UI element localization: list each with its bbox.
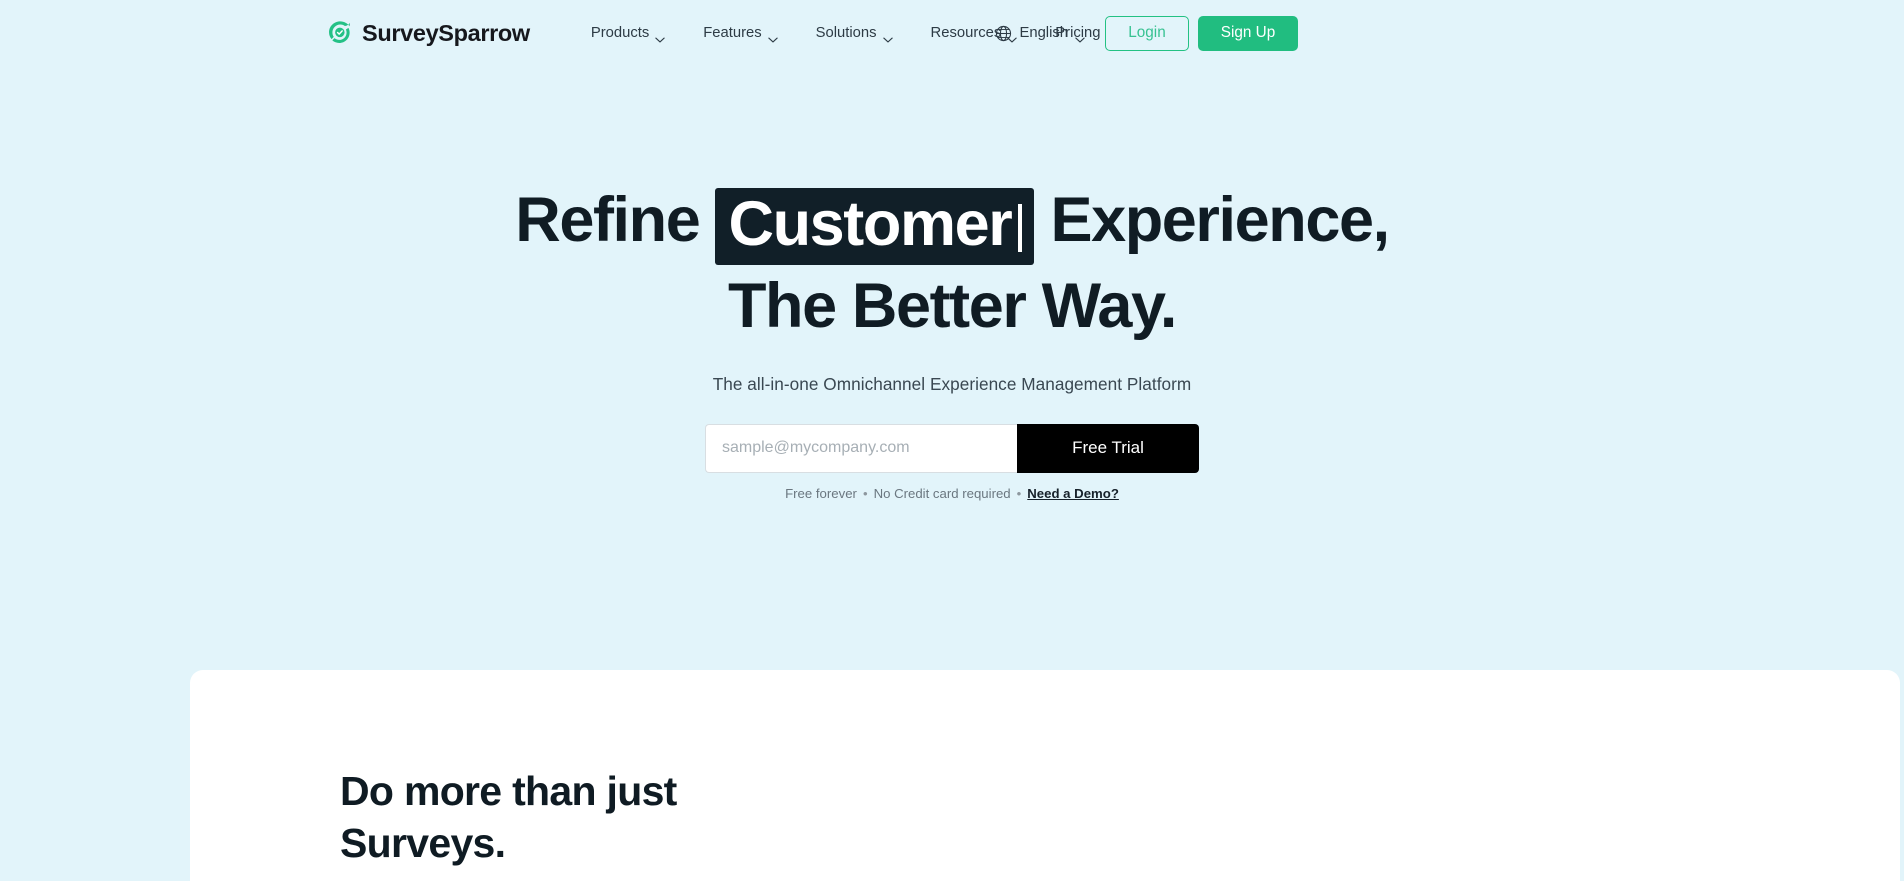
chevron-down-icon <box>1075 31 1085 43</box>
language-value: English <box>1019 25 1068 41</box>
login-button[interactable]: Login <box>1105 15 1189 51</box>
brand-name: SurveySparrow <box>362 19 530 46</box>
typed-word-text: Customer <box>728 189 1012 259</box>
do-more-section: Do more than just Surveys. <box>190 670 1900 881</box>
hero-title-suffix: Experience, <box>1034 185 1390 255</box>
nav-item-products[interactable]: Products <box>572 17 684 49</box>
page-title: Refine Customer Experience, The Better W… <box>0 184 1904 338</box>
globe-icon <box>995 25 1012 42</box>
signup-button[interactable]: Sign Up <box>1198 15 1298 51</box>
chevron-down-icon <box>767 31 778 43</box>
nav-item-features[interactable]: Features <box>684 17 796 49</box>
trial-signup-form: Free Trial <box>705 423 1199 473</box>
bullet-separator-icon: • <box>862 485 868 501</box>
fineprint-no-credit-card: No Credit card required <box>873 485 1011 501</box>
chevron-down-icon <box>655 31 665 43</box>
hero-title-typed-word: Customer <box>715 188 1035 265</box>
nav-item-solutions[interactable]: Solutions <box>797 17 912 49</box>
brand-logo[interactable]: SurveySparrow <box>326 20 530 47</box>
hero-title-prefix: Refine <box>515 185 716 255</box>
sparrow-bird-check-icon <box>326 20 353 47</box>
hero-section: Refine Customer Experience, The Better W… <box>0 66 1904 501</box>
nav-item-label: Products <box>590 25 650 41</box>
nav-item-label: Solutions <box>815 25 877 41</box>
free-trial-button[interactable]: Free Trial <box>1017 423 1199 473</box>
section-heading: Do more than just Surveys. <box>340 765 677 870</box>
language-selector[interactable]: English <box>995 25 1085 43</box>
email-input[interactable] <box>705 423 1017 473</box>
top-navigation-bar: SurveySparrow Products Features Solution… <box>0 0 1904 66</box>
hero-title-line-two: The Better Way. <box>727 270 1177 341</box>
section-heading-line-one: Do more than just <box>340 768 677 814</box>
text-cursor-icon <box>1018 204 1023 252</box>
hero-subtitle: The all-in-one Omnichannel Experience Ma… <box>712 373 1192 394</box>
fineprint-free-forever: Free forever <box>785 485 857 501</box>
need-a-demo-link[interactable]: Need a Demo? <box>1027 486 1119 501</box>
nav-item-label: Features <box>703 25 762 41</box>
chevron-down-icon <box>882 31 893 43</box>
bullet-separator-icon: • <box>1016 485 1022 501</box>
nav-actions: English Login Sign Up <box>995 0 1904 66</box>
signup-fineprint: Free forever • No Credit card required •… <box>0 486 1904 501</box>
section-heading-line-two: Surveys. <box>340 820 506 867</box>
nav-item-label: Resources <box>930 25 1002 41</box>
